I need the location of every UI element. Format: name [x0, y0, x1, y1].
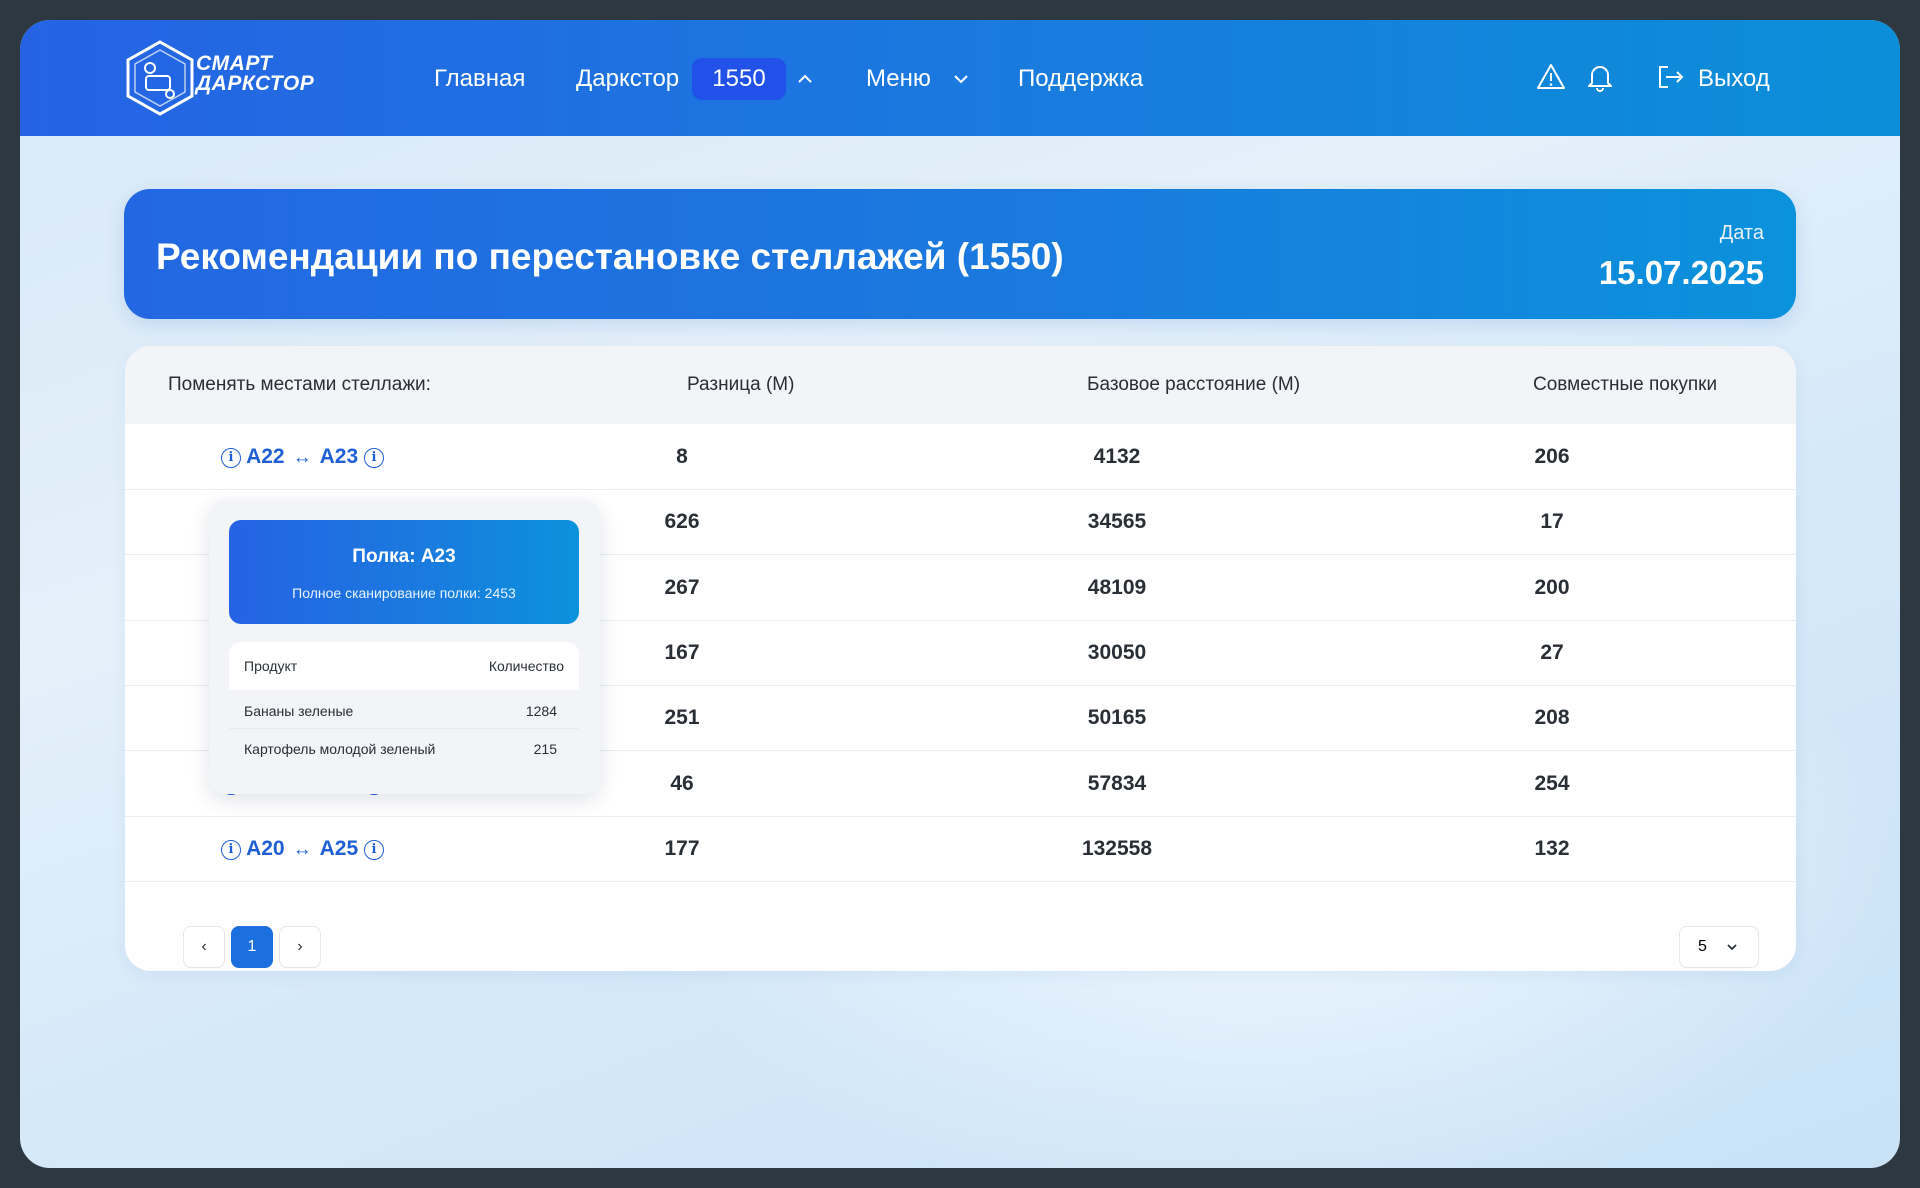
difference-cell: 267	[664, 575, 700, 599]
header-swap-racks: Поменять местами стеллажи:	[168, 374, 431, 395]
joint-purchases-cell: 208	[1534, 706, 1570, 730]
pagination-page-1[interactable]: 1	[231, 926, 273, 968]
logo-text-line1: СМАРТ	[196, 52, 273, 75]
popup-col-qty: Количество	[488, 658, 564, 674]
base-distance-cell: 50165	[1087, 706, 1147, 730]
page-size-select[interactable]: 5	[1679, 926, 1759, 968]
rack-swap-pair: i A22 ↔ A23 i	[221, 444, 384, 470]
swap-arrow-icon: ↔	[292, 838, 312, 860]
chevron-down-icon	[1727, 944, 1737, 951]
nav-menu[interactable]: Меню	[866, 64, 931, 94]
swap-arrow-icon: ↔	[292, 447, 312, 468]
page-banner: Рекомендации по перестановке стеллажей (…	[124, 189, 1796, 319]
base-distance-cell: 4132	[1093, 445, 1141, 468]
info-icon[interactable]: i	[221, 839, 241, 860]
popup-product: Бананы зеленые	[244, 703, 354, 719]
popup-row: Картофель молодой зеленый 215	[229, 730, 579, 766]
popup-title: Полка: A23	[352, 546, 456, 567]
rack-b-link[interactable]: A23	[320, 445, 359, 468]
table-header: Поменять местами стеллажи: Разница (М) Б…	[125, 346, 1796, 424]
rack-b-link[interactable]: A25	[320, 837, 359, 860]
table-row[interactable]: i A20 ↔ A25 i 177 132558 132	[125, 816, 1796, 882]
popup-qty: 1284	[525, 703, 557, 719]
app-window: СМАРТ ДАРКСТОР Главная Даркстор 1550 Мен…	[20, 20, 1900, 1168]
header-joint-purchases: Совместные покупки	[1533, 374, 1718, 395]
table-row[interactable]: i A22 ↔ A23 i 8 4132 206	[125, 424, 1796, 490]
logo-hexagon-icon	[126, 40, 194, 116]
base-distance-cell: 57834	[1087, 771, 1147, 795]
joint-purchases-cell: 27	[1540, 640, 1564, 664]
warning-icon[interactable]	[1536, 62, 1566, 92]
difference-cell: 167	[664, 640, 700, 664]
chevron-down-icon[interactable]	[952, 70, 970, 88]
top-navigation-bar: СМАРТ ДАРКСТОР Главная Даркстор 1550 Мен…	[20, 20, 1900, 136]
popup-table-header: Продукт Количество	[229, 642, 579, 690]
nav-darkstore[interactable]: Даркстор	[576, 64, 679, 94]
darkstore-selector-badge[interactable]: 1550	[692, 58, 786, 100]
date-value: 15.07.2025	[1598, 254, 1764, 291]
date-label: Дата	[1719, 222, 1764, 244]
info-icon[interactable]: i	[221, 448, 241, 468]
joint-purchases-cell: 254	[1534, 771, 1570, 795]
info-icon[interactable]: i	[363, 839, 384, 860]
popup-subtitle: Полное сканирование полки: 2453	[292, 585, 516, 601]
popup-products-table: Продукт Количество Бананы зеленые 1284 К…	[229, 642, 579, 774]
rack-a-link[interactable]: A20	[246, 837, 285, 860]
difference-cell: 177	[664, 836, 700, 860]
popup-row: Бананы зеленые 1284	[229, 692, 579, 729]
pagination-next-button[interactable]: ›	[279, 926, 321, 968]
pagination-prev-button[interactable]: ‹	[183, 926, 225, 968]
nav-support[interactable]: Поддержка	[1018, 64, 1143, 94]
joint-purchases-cell: 17	[1540, 510, 1564, 534]
base-distance-cell: 30050	[1087, 640, 1147, 664]
joint-purchases-cell: 200	[1534, 575, 1570, 599]
info-icon[interactable]: i	[363, 448, 384, 468]
nav-home[interactable]: Главная	[434, 64, 525, 94]
joint-purchases-cell: 206	[1534, 445, 1570, 468]
chevron-up-icon[interactable]	[796, 70, 814, 88]
logo[interactable]: СМАРТ ДАРКСТОР	[124, 38, 324, 118]
bell-icon[interactable]	[1586, 62, 1614, 92]
rack-swap-pair: i A20 ↔ A25 i	[221, 836, 384, 862]
logout-icon[interactable]	[1656, 64, 1686, 90]
shelf-info-popup: Полка: A23 Полное сканирование полки: 24…	[209, 500, 600, 794]
rack-a-link[interactable]: A22	[246, 445, 285, 468]
difference-cell: 8	[676, 445, 688, 468]
difference-cell: 46	[670, 771, 694, 795]
base-distance-cell: 132558	[1081, 836, 1153, 860]
difference-cell: 251	[664, 706, 700, 730]
nav-logout[interactable]: Выход	[1698, 64, 1770, 94]
joint-purchases-cell: 132	[1534, 836, 1570, 860]
page-size-value: 5	[1698, 938, 1707, 955]
base-distance-cell: 48109	[1087, 575, 1147, 599]
logo-text-line2: ДАРКСТОР	[196, 72, 315, 95]
header-difference: Разница (М)	[687, 374, 795, 395]
popup-col-product: Продукт	[244, 658, 298, 674]
popup-qty: 215	[533, 741, 557, 757]
popup-product: Картофель молодой зеленый	[244, 741, 436, 757]
header-base-distance: Базовое расстояние (М)	[1087, 374, 1301, 395]
page-title: Рекомендации по перестановке стеллажей (…	[156, 236, 1064, 277]
difference-cell: 626	[664, 510, 700, 534]
logo-text: СМАРТ ДАРКСТОР	[196, 52, 315, 95]
base-distance-cell: 34565	[1087, 510, 1147, 534]
popup-header: Полка: A23 Полное сканирование полки: 24…	[229, 520, 579, 624]
